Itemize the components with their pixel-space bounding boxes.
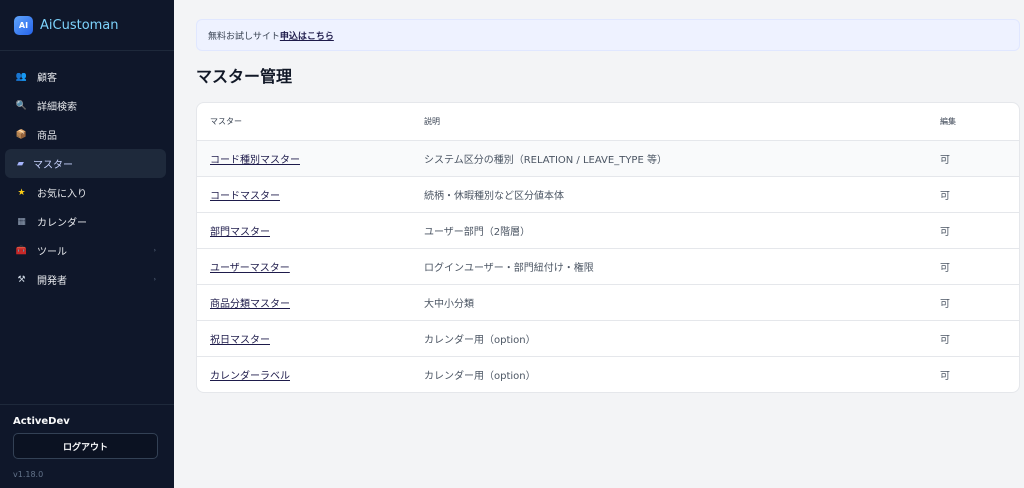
main-content: 無料お試しサイト 申込はこちら マスター管理 マスター 説明 編集 コード種別マ… [174, 0, 1024, 488]
edit-permission-cell: 可 [940, 212, 1019, 249]
sidebar-item-1[interactable]: 🔍 詳細検索 [5, 91, 166, 120]
table-row: カレンダーラベル カレンダー用（option） 可 [197, 356, 1019, 392]
user-name: ActiveDev [13, 416, 70, 427]
brand-name: AiCustoman [40, 17, 119, 33]
master-link[interactable]: コードマスター [210, 191, 280, 202]
sidebar-item-5[interactable]: ▦ カレンダー [5, 207, 166, 236]
column-header-master: マスター [197, 103, 424, 141]
box-icon: 📦 [15, 129, 28, 140]
master-name-cell: カレンダーラベル [197, 356, 424, 392]
sidebar-item-4[interactable]: ★ お気に入り [5, 178, 166, 207]
logo-icon: AI [14, 15, 33, 35]
master-link[interactable]: ユーザーマスター [210, 263, 290, 274]
description-cell: 続柄・休暇種別など区分値本体 [424, 176, 940, 213]
table-row: 商品分類マスター 大中小分類可 [197, 284, 1019, 321]
notice-text: 無料お試しサイト [208, 31, 280, 42]
tools-icon: ⚒ [17, 274, 26, 285]
sidebar-item-label: ツール [37, 247, 67, 258]
master-name-cell: 部門マスター [197, 212, 424, 249]
edit-permission-cell: 可 [940, 320, 1019, 357]
table-row: コード種別マスター システム区分の種別（RELATION / LEAVE_TYPE… [197, 140, 1019, 177]
description-cell: ユーザー部門（2階層） [424, 212, 940, 249]
description-cell: 大中小分類 [424, 284, 940, 321]
description-cell: システム区分の種別（RELATION / LEAVE_TYPE 等） [424, 140, 940, 177]
master-link[interactable]: 祝日マスター [210, 335, 270, 346]
table-header-row: マスター 説明 編集 [197, 103, 1019, 141]
sidebar-item-label: 顧客 [37, 73, 57, 84]
users-icon: 👥 [15, 71, 28, 82]
description-cell: カレンダー用（option） [424, 320, 940, 357]
search-icon: 🔍 [15, 100, 28, 111]
sidebar-item-label: お気に入り [37, 189, 87, 200]
column-header-edit: 編集 [940, 103, 1019, 141]
brand[interactable]: AI AiCustoman [0, 0, 174, 51]
description-cell: カレンダー用（option） [424, 370, 536, 382]
sidebar-item-6[interactable]: 🧰 ツール › [5, 236, 166, 265]
star-icon: ★ [17, 187, 26, 198]
master-link[interactable]: 部門マスター [210, 227, 270, 238]
sidebar-item-2[interactable]: 📦 商品 [5, 120, 166, 149]
master-link[interactable]: 商品分類マスター [210, 299, 290, 310]
column-header-description: 説明 [424, 103, 940, 141]
sidebar-item-label: カレンダー [37, 218, 87, 229]
master-name-cell: コードマスター [197, 176, 424, 213]
sidebar-nav: 👥 顧客 🔍 詳細検索 📦 商品 ▰ マスター ★ お気に入り ▦ カレンダー 🧰 ツール › ⚒ 開発者 › [0, 51, 174, 294]
table-row: 部門マスター ユーザー部門（2階層）可 [197, 212, 1019, 249]
edit-permission-cell: 可 [940, 176, 1019, 213]
sidebar-footer: ActiveDev ログアウト v1.18.0 [0, 404, 174, 479]
master-link[interactable]: カレンダーラベル [210, 371, 290, 382]
table-body: コード種別マスター システム区分の種別（RELATION / LEAVE_TYPE… [197, 140, 1019, 392]
sidebar: AI AiCustoman 👥 顧客 🔍 詳細検索 📦 商品 ▰ マスター ★ お気に入り ▦ カレン… [0, 0, 174, 488]
sidebar-item-3[interactable]: ▰ マスター [5, 149, 166, 178]
page-title: マスター管理 [196, 67, 293, 86]
table-row: コードマスター 続柄・休暇種別など区分値本体可 [197, 176, 1019, 213]
master-table-card: マスター 説明 編集 コード種別マスター システム区分の種別（RELATION /… [196, 102, 1020, 393]
edit-permission-cell: 可 [940, 140, 1019, 177]
description-cell: ログインユーザー・部門紐付け・権限 [424, 248, 940, 285]
master-table: マスター 説明 編集 コード種別マスター システム区分の種別（RELATION /… [197, 103, 1019, 392]
sidebar-item-7[interactable]: ⚒ 開発者 › [5, 265, 166, 294]
signup-link[interactable]: 申込はこちら [280, 29, 334, 42]
sidebar-item-label: マスター [33, 160, 73, 171]
folder-icon: ▰ [17, 158, 24, 169]
edit-permission-cell: 可 [940, 248, 1019, 285]
toolbox-icon: 🧰 [15, 245, 28, 256]
master-name-cell: 祝日マスター [197, 320, 424, 357]
chevron-right-icon: › [153, 276, 156, 283]
edit-permission-cell: 可 [940, 284, 1019, 321]
sidebar-item-label: 商品 [37, 131, 57, 142]
sidebar-item-label: 詳細検索 [37, 102, 77, 113]
master-link[interactable]: コード種別マスター [210, 155, 300, 166]
calendar-icon: ▦ [17, 216, 26, 227]
sidebar-item-0[interactable]: 👥 顧客 [5, 62, 166, 91]
edit-permission-cell: 可 [940, 370, 950, 382]
logout-button[interactable]: ログアウト [13, 433, 158, 459]
sidebar-item-label: 開発者 [37, 276, 67, 287]
table-row: ユーザーマスター ログインユーザー・部門紐付け・権限可 [197, 248, 1019, 285]
version-label: v1.18.0 [13, 470, 44, 479]
master-name-cell: 商品分類マスター [197, 284, 424, 321]
master-name-cell: コード種別マスター [197, 140, 424, 177]
table-row: 祝日マスター カレンダー用（option）可 [197, 320, 1019, 357]
trial-notice: 無料お試しサイト 申込はこちら [196, 19, 1020, 51]
master-name-cell: ユーザーマスター [197, 248, 424, 285]
chevron-right-icon: › [153, 247, 156, 254]
